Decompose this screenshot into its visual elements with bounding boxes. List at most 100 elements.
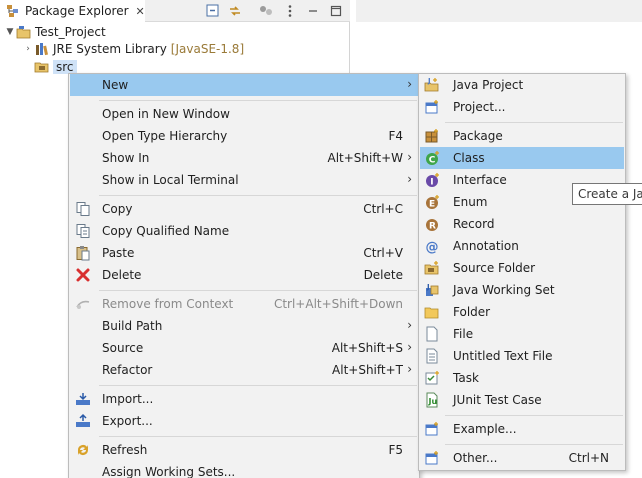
menu-separator <box>445 415 623 416</box>
submenu-item-file[interactable]: File <box>420 323 624 345</box>
menu-item-shortcut: F4 <box>388 129 403 143</box>
record-icon: R <box>426 219 438 232</box>
chevron-right-icon[interactable]: › <box>22 44 34 54</box>
submenu-item-java-working-set[interactable]: J Java Working Set <box>420 279 624 301</box>
project-icon <box>425 100 438 114</box>
menu-item-label: New <box>102 78 129 92</box>
menu-item-label: Package <box>453 129 503 143</box>
submenu-item-task[interactable]: Task <box>420 367 624 389</box>
link-with-editor-icon[interactable] <box>227 3 243 19</box>
menu-item-copy[interactable]: Copy Ctrl+C <box>70 198 418 220</box>
close-icon[interactable]: ✕ <box>136 5 145 18</box>
package-icon <box>425 129 438 143</box>
menu-item-label: File <box>453 327 474 341</box>
menu-item-label: Record <box>453 217 495 231</box>
paste-icon <box>76 246 90 261</box>
menu-item-label: Class <box>453 151 485 165</box>
menu-item-export[interactable]: Export... <box>70 410 418 432</box>
tree-item-jre-library[interactable]: › JRE System Library [JavaSE-1.8] <box>22 40 244 58</box>
chevron-right-icon: › <box>407 77 412 91</box>
submenu-item-project[interactable]: Project... <box>420 96 624 118</box>
menu-item-label: Java Project <box>453 78 524 92</box>
annotation-icon: @ <box>426 240 439 254</box>
submenu-item-other[interactable]: Other... Ctrl+N <box>420 447 624 469</box>
submenu-item-folder[interactable]: Folder <box>420 301 624 323</box>
filter-icon[interactable] <box>258 3 274 19</box>
task-icon <box>425 371 439 385</box>
working-set-icon: J <box>426 283 439 296</box>
copy-icon <box>76 202 90 216</box>
svg-text:J: J <box>426 283 430 291</box>
menu-item-copy-qualified-name[interactable]: Copy Qualified Name <box>70 220 418 242</box>
menu-item-label: Show in Local Terminal <box>102 173 239 187</box>
menu-item-open-type-hierarchy[interactable]: Open Type Hierarchy F4 <box>70 125 418 147</box>
view-menu-icon[interactable] <box>282 3 298 19</box>
chevron-right-icon: › <box>407 340 412 354</box>
menu-item-label: Import... <box>102 392 154 406</box>
submenu-item-example[interactable]: Example... <box>420 418 624 440</box>
menu-item-shortcut: Alt+Shift+W <box>327 151 404 165</box>
menu-separator <box>99 436 417 437</box>
other-wizard-icon <box>425 451 438 465</box>
submenu-item-junit-test-case[interactable]: Ju JUnit Test Case <box>420 389 624 411</box>
source-folder-icon <box>424 261 439 275</box>
menu-item-label: Delete <box>102 268 142 282</box>
submenu-item-annotation[interactable]: @ Annotation <box>420 235 624 257</box>
example-icon <box>425 422 438 436</box>
chevron-right-icon: › <box>407 318 412 332</box>
menu-item-show-in[interactable]: Show In Alt+Shift+W › <box>70 147 418 169</box>
menu-item-label: Source Folder <box>453 261 536 275</box>
tree-item-project[interactable]: ▼ Test_Project <box>4 23 106 41</box>
submenu-item-java-project[interactable]: J Java Project <box>420 74 624 96</box>
menu-item-label: Interface <box>453 173 507 187</box>
tooltip: Create a Jav <box>572 183 642 205</box>
src-label: src <box>53 60 77 74</box>
menu-item-label: Assign Working Sets... <box>102 465 236 478</box>
menu-item-show-in-local-terminal[interactable]: Show in Local Terminal › <box>70 169 418 191</box>
menu-item-import[interactable]: Import... <box>70 388 418 410</box>
submenu-item-class[interactable]: C Class <box>420 147 624 169</box>
menu-item-source[interactable]: Source Alt+Shift+S › <box>70 337 418 359</box>
collapse-all-icon[interactable] <box>205 3 221 19</box>
menu-item-label: Refresh <box>102 443 148 457</box>
menu-item-assign-working-sets[interactable]: Assign Working Sets... <box>70 461 418 478</box>
menu-item-label: Export... <box>102 414 153 428</box>
menu-item-shortcut: Ctrl+V <box>363 246 403 260</box>
maximize-icon[interactable] <box>328 3 344 19</box>
menu-item-label: Java Working Set <box>453 283 555 297</box>
class-icon: C <box>426 151 439 166</box>
menu-item-refactor[interactable]: Refactor Alt+Shift+T › <box>70 359 418 381</box>
view-toolbar: Package Explorer ✕ <box>0 0 350 22</box>
submenu-item-record[interactable]: R Record <box>420 213 624 235</box>
submenu-item-untitled-text-file[interactable]: Untitled Text File <box>420 345 624 367</box>
svg-text:E: E <box>429 200 435 210</box>
library-label: JRE System Library <box>53 42 167 56</box>
menu-item-delete[interactable]: Delete Delete <box>70 264 418 286</box>
menu-item-build-path[interactable]: Build Path › <box>70 315 418 337</box>
menu-item-open-in-new-window[interactable]: Open in New Window <box>70 103 418 125</box>
menu-item-label: Folder <box>453 305 491 319</box>
submenu-item-package[interactable]: Package <box>420 125 624 147</box>
chevron-right-icon: › <box>407 172 412 186</box>
menu-item-new[interactable]: New › <box>70 74 418 96</box>
menu-separator <box>99 195 417 196</box>
menu-item-label: Untitled Text File <box>453 349 553 363</box>
copy-qualified-name-icon <box>76 224 90 238</box>
svg-text:@: @ <box>426 240 439 254</box>
menu-item-shortcut: F5 <box>388 443 403 457</box>
export-icon <box>76 413 90 427</box>
menu-item-label: Source <box>102 341 144 355</box>
menu-item-refresh[interactable]: Refresh F5 <box>70 439 418 461</box>
project-label: Test_Project <box>35 25 106 39</box>
menu-item-label: Project... <box>453 100 506 114</box>
chevron-down-icon[interactable]: ▼ <box>4 27 16 37</box>
package-explorer-tab[interactable]: Package Explorer ✕ <box>0 0 145 22</box>
svg-text:R: R <box>429 222 436 232</box>
import-icon <box>76 393 90 405</box>
minimize-icon[interactable] <box>305 3 321 19</box>
menu-item-label: Open Type Hierarchy <box>102 129 228 143</box>
submenu-item-source-folder[interactable]: Source Folder <box>420 257 624 279</box>
menu-item-paste[interactable]: Paste Ctrl+V <box>70 242 418 264</box>
svg-text:J: J <box>427 77 431 85</box>
enum-icon: E <box>426 195 439 210</box>
